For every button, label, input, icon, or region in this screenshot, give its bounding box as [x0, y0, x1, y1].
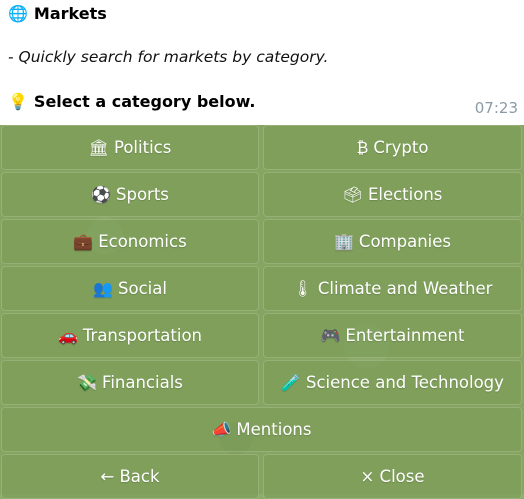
- bot-message: 🌐 Markets - Quickly search for markets by…: [0, 0, 524, 125]
- ballot-box-icon: 🗳: [342, 185, 363, 204]
- crypto-label: Crypto: [373, 138, 429, 157]
- message-prompt-row: 💡 Select a category below.: [8, 92, 255, 111]
- climate-weather-label: Climate and Weather: [317, 279, 493, 298]
- economics-label: Economics: [98, 232, 187, 251]
- game-controller-icon: 🎮: [320, 326, 341, 345]
- message-prompt: Select a category below.: [33, 92, 256, 111]
- globe-icon: 🌐: [8, 4, 28, 23]
- message-timestamp: 07:23: [474, 99, 518, 117]
- sports-label: Sports: [116, 185, 169, 204]
- back-button[interactable]: ← Back: [1, 454, 259, 499]
- megaphone-icon: 📣: [211, 420, 232, 439]
- transportation-button[interactable]: 🚗 Transportation: [1, 313, 259, 358]
- close-button[interactable]: × Close: [263, 454, 522, 499]
- science-technology-button[interactable]: 🧪 Science and Technology: [263, 360, 522, 405]
- companies-label: Companies: [358, 232, 451, 251]
- mentions-label: Mentions: [236, 420, 312, 439]
- car-icon: 🚗: [57, 326, 78, 345]
- economics-button[interactable]: 💼 Economics: [1, 219, 259, 264]
- social-button[interactable]: 👥 Social: [1, 266, 259, 311]
- science-technology-label: Science and Technology: [306, 373, 504, 392]
- people-icon: 👥: [93, 279, 113, 298]
- mentions-button[interactable]: 📣 Mentions: [1, 407, 522, 452]
- financials-button[interactable]: 💸 Financials: [1, 360, 259, 405]
- transportation-label: Transportation: [82, 326, 203, 345]
- briefcase-icon: 💼: [73, 232, 94, 251]
- message-subtitle: - Quickly search for markets by category…: [8, 48, 329, 66]
- bitcoin-icon: ₿: [356, 137, 369, 157]
- financials-label: Financials: [102, 373, 183, 392]
- test-tube-icon: 🧪: [281, 373, 301, 392]
- entertainment-label: Entertainment: [345, 326, 465, 345]
- back-label: ← Back: [100, 467, 160, 486]
- thermometer-icon: 🌡: [292, 279, 313, 298]
- inline-keyboard: 🏛 Politics ₿ Crypto ⚽ Sports 🗳 Elections 💼 Ec…: [0, 125, 524, 499]
- elections-button[interactable]: 🗳 Elections: [263, 172, 522, 217]
- sports-button[interactable]: ⚽ Sports: [1, 172, 259, 217]
- crypto-button[interactable]: ₿ Crypto: [263, 125, 522, 170]
- social-label: Social: [118, 279, 167, 298]
- close-label: × Close: [360, 467, 425, 486]
- soccer-ball-icon: ⚽: [91, 185, 111, 204]
- politics-button[interactable]: 🏛 Politics: [1, 125, 259, 170]
- message-title: Markets: [33, 4, 107, 23]
- office-building-icon: 🏢: [334, 232, 354, 251]
- elections-label: Elections: [367, 185, 443, 204]
- companies-button[interactable]: 🏢 Companies: [263, 219, 522, 264]
- message-title-row: 🌐 Markets: [8, 4, 107, 23]
- climate-weather-button[interactable]: 🌡 Climate and Weather: [263, 266, 522, 311]
- politics-label: Politics: [113, 138, 172, 157]
- lightbulb-icon: 💡: [8, 92, 28, 111]
- entertainment-button[interactable]: 🎮 Entertainment: [263, 313, 522, 358]
- money-wings-icon: 💸: [77, 373, 98, 392]
- classical-building-icon: 🏛: [88, 138, 109, 157]
